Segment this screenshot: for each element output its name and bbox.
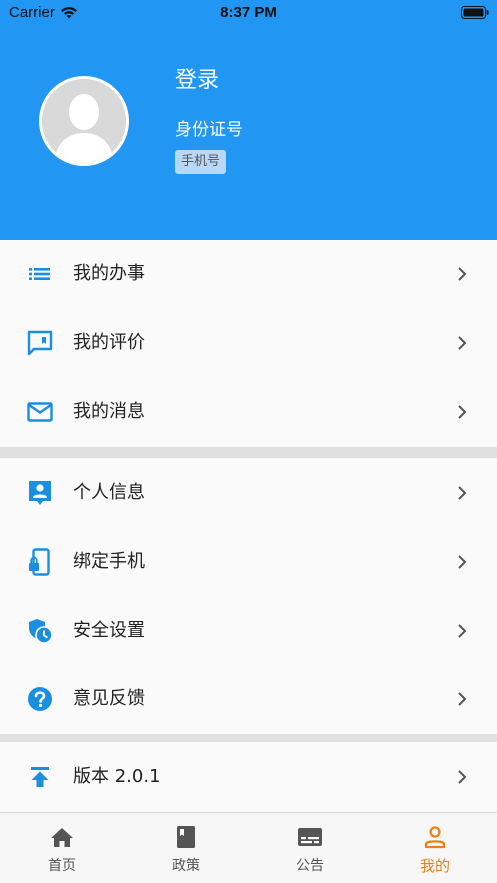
user-silhouette-icon xyxy=(42,79,126,163)
tab-label: 首页 xyxy=(48,858,76,874)
phone-badge: 手机号 xyxy=(175,150,227,174)
menu-label: 我的消息 xyxy=(73,400,145,422)
tab-policy[interactable]: 政策 xyxy=(124,813,248,883)
menu-label: 意见反馈 xyxy=(73,688,145,710)
tab-label: 我的 xyxy=(419,857,450,875)
bottom-tab-bar: 首页 政策 公告 我的 xyxy=(0,812,497,883)
chevron-right-icon xyxy=(458,486,467,501)
chevron-right-icon xyxy=(458,555,467,569)
notice-icon xyxy=(298,828,322,846)
home-icon xyxy=(51,828,73,847)
section-divider xyxy=(0,447,497,458)
menu-item-my-reviews[interactable]: 我的评价 xyxy=(0,309,497,378)
book-icon xyxy=(177,826,195,848)
id-number-label: 身份证号 xyxy=(175,120,243,140)
menu-label: 绑定手机 xyxy=(73,551,145,573)
battery-icon xyxy=(461,6,489,19)
chevron-right-icon xyxy=(458,267,467,282)
menu-item-bind-phone[interactable]: 绑定手机 xyxy=(0,528,497,597)
menu-group-version: 版本 2.0.1 xyxy=(0,742,497,812)
phone-lock-icon xyxy=(29,548,50,576)
profile-header: Carrier 8:37 PM 登录 身份证号 手机号 xyxy=(0,0,497,240)
upload-icon xyxy=(31,767,49,787)
chevron-right-icon xyxy=(458,336,467,350)
status-time: 8:37 PM xyxy=(220,4,277,21)
menu-item-feedback[interactable]: 意见反馈 xyxy=(0,665,497,734)
menu-item-my-messages[interactable]: 我的消息 xyxy=(0,377,497,446)
help-icon xyxy=(28,687,52,712)
tab-home[interactable]: 首页 xyxy=(0,813,124,883)
chevron-right-icon xyxy=(458,405,467,419)
menu-group-account: 个人信息 绑定手机 安全设置 意见反馈 xyxy=(0,459,497,734)
login-title[interactable]: 登录 xyxy=(175,62,219,94)
tab-label: 公告 xyxy=(296,858,324,874)
menu-item-security-settings[interactable]: 安全设置 xyxy=(0,596,497,665)
mail-icon xyxy=(27,402,53,422)
menu-item-version[interactable]: 版本 2.0.1 xyxy=(0,742,497,812)
version-label: 版本 2.0.1 xyxy=(73,766,161,787)
tab-mine[interactable]: 我的 xyxy=(373,813,497,883)
status-bar: Carrier 8:37 PM xyxy=(0,0,497,26)
menu-item-my-affairs[interactable]: 我的办事 xyxy=(0,240,497,309)
tab-notice[interactable]: 公告 xyxy=(248,813,372,883)
menu-group-activity: 我的办事 我的评价 我的消息 xyxy=(0,240,497,446)
section-divider xyxy=(0,734,497,742)
list-icon xyxy=(29,268,50,281)
chevron-right-icon xyxy=(458,770,467,784)
tab-label: 政策 xyxy=(172,858,200,874)
person-icon xyxy=(424,826,446,849)
chevron-right-icon xyxy=(458,692,467,707)
menu-label: 个人信息 xyxy=(73,482,145,504)
avatar[interactable] xyxy=(39,76,129,166)
menu-label: 我的办事 xyxy=(73,263,145,285)
comment-icon xyxy=(27,330,53,356)
contact-icon xyxy=(29,481,51,506)
menu-label: 我的评价 xyxy=(73,332,145,354)
chevron-right-icon xyxy=(458,624,467,638)
security-clock-icon xyxy=(29,618,53,644)
menu-item-personal-info[interactable]: 个人信息 xyxy=(0,459,497,528)
menu-label: 安全设置 xyxy=(73,619,145,641)
